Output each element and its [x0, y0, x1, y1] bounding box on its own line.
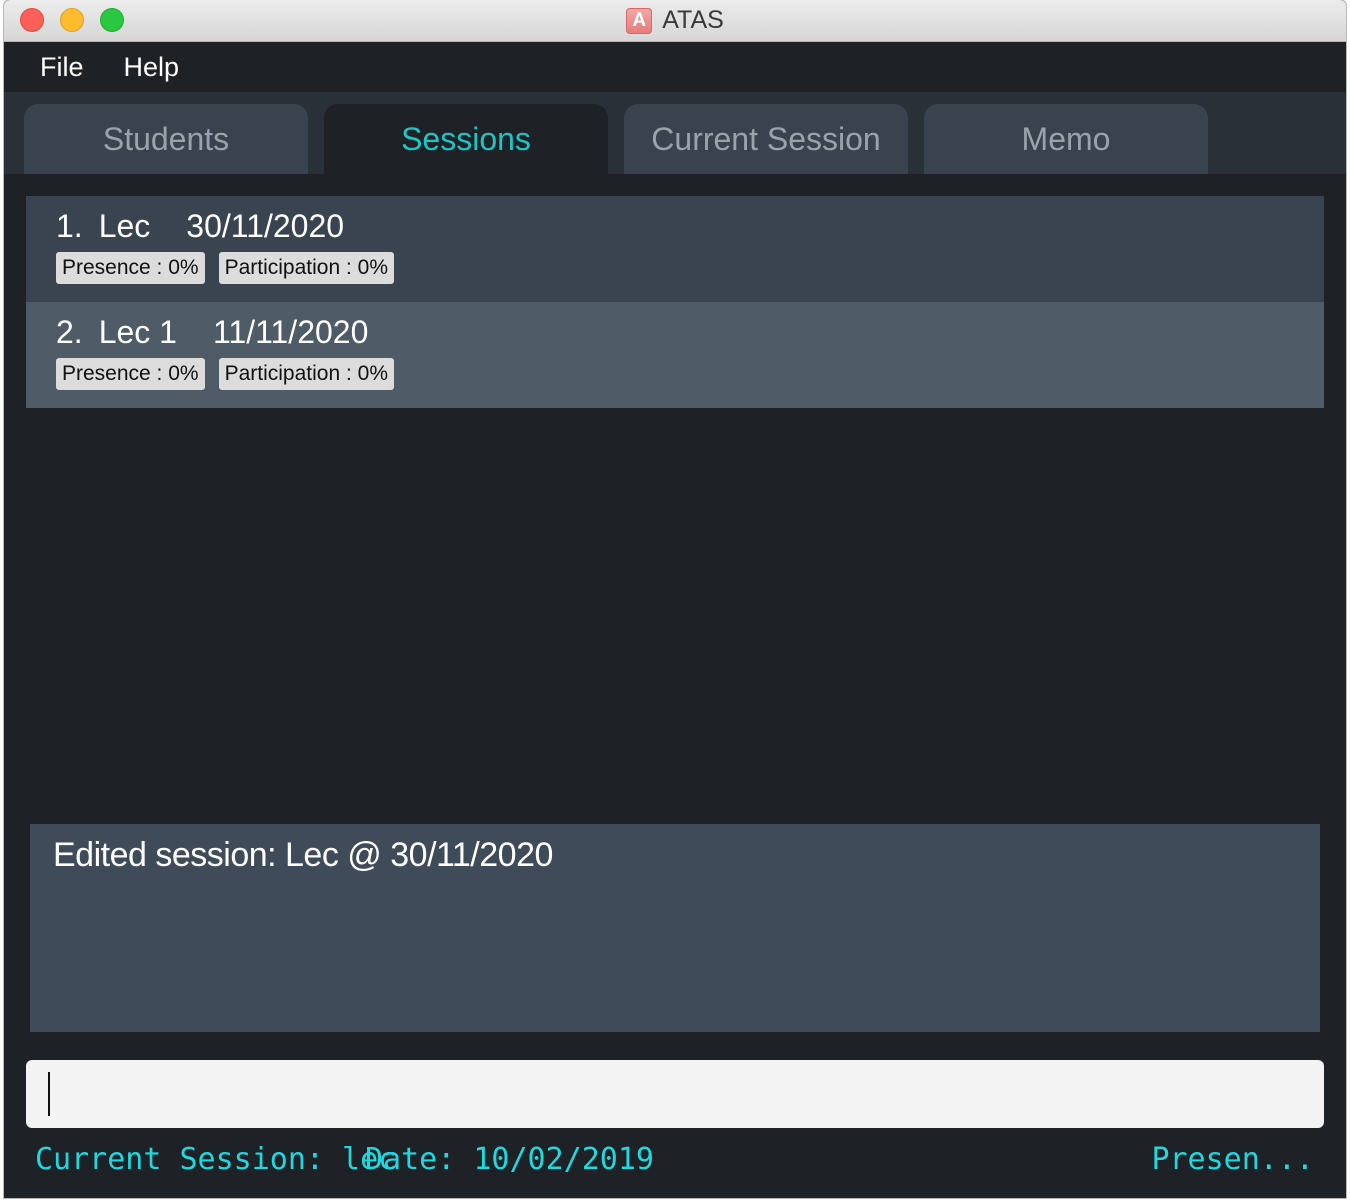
window-title: ATAS — [662, 6, 724, 34]
tab-strip: Students Sessions Current Session Memo — [4, 92, 1346, 174]
tab-current-session[interactable]: Current Session — [624, 104, 908, 174]
tab-students[interactable]: Students — [24, 104, 308, 174]
app-icon: A — [626, 7, 653, 34]
status-current-session: Current Session: lec — [35, 1142, 397, 1177]
title-bar: A ATAS — [4, 0, 1346, 42]
session-index: 2. — [56, 314, 83, 350]
status-date: Date: 10/02/2019 — [365, 1142, 654, 1177]
session-badges: Presence : 0% Participation : 0% — [56, 358, 394, 390]
session-date: 30/11/2020 — [186, 208, 345, 244]
session-header: 1. Lec 30/11/2020 — [56, 208, 344, 245]
result-message: Edited session: Lec @ 30/11/2020 — [53, 836, 553, 874]
session-index: 1. — [56, 208, 83, 244]
presence-badge: Presence : 0% — [56, 358, 205, 390]
session-badges: Presence : 0% Participation : 0% — [56, 252, 394, 284]
participation-badge: Participation : 0% — [218, 252, 394, 284]
text-caret — [48, 1072, 50, 1116]
tab-sessions[interactable]: Sessions — [324, 104, 608, 174]
command-input[interactable] — [26, 1060, 1324, 1128]
menu-bar: File Help — [4, 42, 1346, 92]
session-card[interactable]: 1. Lec 30/11/2020 Presence : 0% Particip… — [26, 196, 1324, 302]
session-name: Lec — [98, 208, 151, 244]
session-header: 2. Lec 1 11/11/2020 — [56, 314, 368, 351]
session-date: 11/11/2020 — [212, 314, 369, 350]
title-wrap: A ATAS — [4, 0, 1346, 41]
session-list[interactable]: 1. Lec 30/11/2020 Presence : 0% Particip… — [26, 196, 1324, 408]
status-bar: Current Session: lec Date: 10/02/2019 Pr… — [4, 1136, 1346, 1184]
presence-badge: Presence : 0% — [56, 252, 205, 284]
result-display: Edited session: Lec @ 30/11/2020 — [30, 824, 1320, 1032]
menu-file[interactable]: File — [40, 52, 84, 83]
app-window: A ATAS File Help Students Sessions Curre… — [4, 0, 1346, 1198]
participation-badge: Participation : 0% — [218, 358, 394, 390]
menu-help[interactable]: Help — [124, 52, 180, 83]
tab-memo[interactable]: Memo — [924, 104, 1208, 174]
session-name: Lec 1 — [98, 314, 177, 350]
status-presence: Presen... — [1151, 1142, 1314, 1177]
session-card[interactable]: 2. Lec 1 11/11/2020 Presence : 0% Partic… — [26, 302, 1324, 408]
